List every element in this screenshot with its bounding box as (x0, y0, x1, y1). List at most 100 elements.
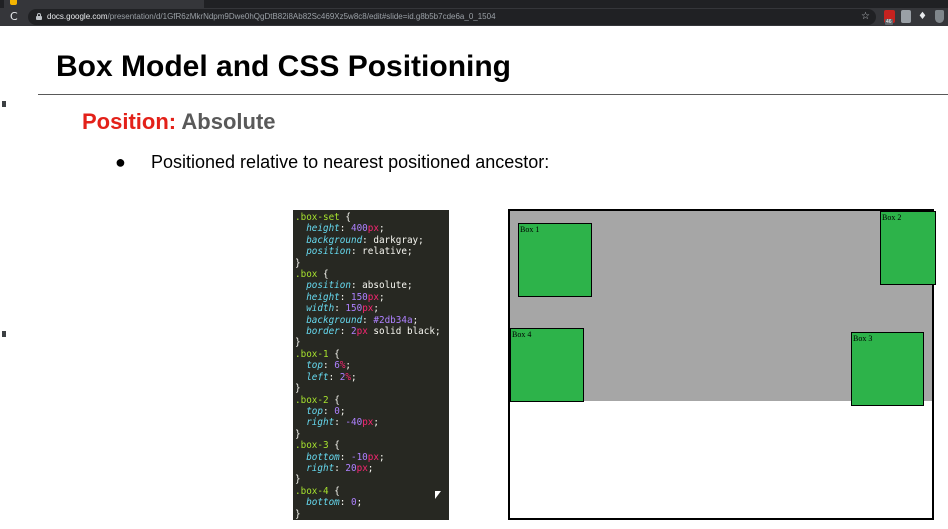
positioning-demo: Box 1 Box 2 Box 3 Box 4 (508, 209, 936, 520)
code-token: : (339, 326, 351, 338)
code-token: : (323, 360, 335, 372)
code-token: 150 (350, 291, 368, 303)
code-token: #2db34a (373, 314, 413, 326)
code-token: height (295, 291, 340, 303)
code-token: position (295, 280, 351, 292)
url-host: docs.google.com (47, 12, 108, 21)
code-token: right (295, 417, 335, 429)
code-token: ; (412, 314, 419, 326)
code-line: position: relative; (295, 246, 449, 257)
box-4: Box 4 (510, 328, 584, 402)
code-token: px (356, 326, 368, 338)
code-line: } (295, 337, 449, 348)
code-token: px (362, 303, 374, 315)
code-token: ; (351, 371, 357, 383)
code-line: width: 150px; (295, 303, 449, 314)
browser-tab-strip (0, 0, 948, 8)
address-bar[interactable]: docs.google.com/presentation/d/1GfR6zMkr… (28, 9, 876, 25)
code-token: ; (345, 360, 352, 372)
code-token: -40 (345, 417, 363, 429)
code-token: .box (295, 269, 318, 281)
code-token: -10 (350, 451, 368, 463)
code-line: } (295, 258, 449, 269)
url-path: /presentation/d/1GfR6zMkrNdpm9Dwe0hQgDtB… (107, 12, 496, 21)
code-token: } (295, 508, 301, 520)
code-token: px (367, 223, 379, 235)
code-token: { (317, 269, 329, 281)
code-line: position: absolute; (295, 280, 449, 291)
code-line: .box-2 { (295, 395, 449, 406)
edge-marker (2, 331, 6, 337)
browser-tab-active[interactable] (4, 0, 204, 8)
code-token: ; (373, 417, 379, 429)
code-token: } (295, 337, 301, 349)
code-token: px (367, 451, 379, 463)
code-token: } (295, 257, 301, 269)
code-token: top (295, 405, 323, 417)
code-line: .box-3 { (295, 440, 449, 451)
code-line: height: 400px; (295, 223, 449, 234)
code-token: : relative; (350, 246, 413, 258)
code-token: : (339, 291, 351, 303)
bookmark-star-icon[interactable]: ☆ (861, 9, 870, 25)
code-token: ; (356, 497, 363, 509)
code-line: } (295, 383, 449, 394)
code-token: px (362, 417, 374, 429)
slides-favicon-icon (10, 0, 17, 5)
edge-marker (2, 101, 6, 107)
code-token: : absolute; (350, 280, 413, 292)
code-line: height: 150px; (295, 292, 449, 303)
extension-gem-icon[interactable]: ♦ (918, 10, 928, 23)
code-line: top: 6%; (295, 360, 449, 371)
extension-box-icon[interactable] (901, 10, 911, 23)
code-token: : (339, 497, 351, 509)
code-line: background: darkgray; (295, 235, 449, 246)
code-token: .box-2 (295, 394, 329, 406)
code-token: right (295, 462, 335, 474)
box-2: Box 2 (880, 211, 936, 285)
code-line: bottom: -10px; (295, 452, 449, 463)
code-token: 20 (345, 462, 357, 474)
extension-shield-icon[interactable] (935, 10, 944, 23)
code-token: height (295, 223, 340, 235)
code-token: .box-set (295, 212, 340, 223)
code-token: width (295, 303, 335, 315)
code-line: } (295, 474, 449, 485)
code-token: : (328, 371, 340, 383)
code-token: px (356, 462, 368, 474)
code-token: background (295, 234, 363, 246)
box-1: Box 1 (518, 223, 592, 297)
code-line: .box-set { (295, 212, 449, 223)
code-token: : (339, 223, 351, 235)
slide-title: Box Model and CSS Positioning (56, 50, 512, 83)
code-token: } (295, 474, 301, 486)
code-token: 400 (350, 223, 368, 235)
reload-icon[interactable]: C (10, 9, 18, 25)
bullet-icon: ● (115, 152, 126, 172)
url-text[interactable]: docs.google.com/presentation/d/1GfR6zMkr… (47, 9, 496, 25)
code-token: : (334, 303, 346, 315)
code-line: border: 2px solid black; (295, 326, 449, 337)
code-token: { (328, 485, 340, 497)
code-token: ; (378, 451, 385, 463)
code-token: background (295, 314, 363, 326)
code-line: left: 2%; (295, 372, 449, 383)
extension-red-icon[interactable]: 46 (884, 10, 895, 25)
code-token: { (339, 212, 351, 223)
code-token: ; (373, 303, 379, 315)
css-code-panel: .box-set { height: 400px; background: da… (293, 210, 449, 520)
slide-subtitle: Position: Absolute (82, 108, 276, 136)
code-line: .box-1 { (295, 349, 449, 360)
code-line: top: 0; (295, 406, 449, 417)
code-line: right: -40px; (295, 417, 449, 428)
code-line: bottom: 0; (295, 497, 449, 508)
code-token: .box-1 (295, 348, 329, 360)
code-token: ; (378, 223, 385, 235)
code-token: bottom (295, 497, 340, 509)
code-token: solid black; (367, 326, 441, 338)
code-token: top (295, 360, 323, 372)
code-token: .box-3 (295, 440, 329, 452)
code-token: : (334, 417, 346, 429)
code-token: : darkgray; (362, 234, 424, 246)
code-token: { (328, 440, 340, 452)
